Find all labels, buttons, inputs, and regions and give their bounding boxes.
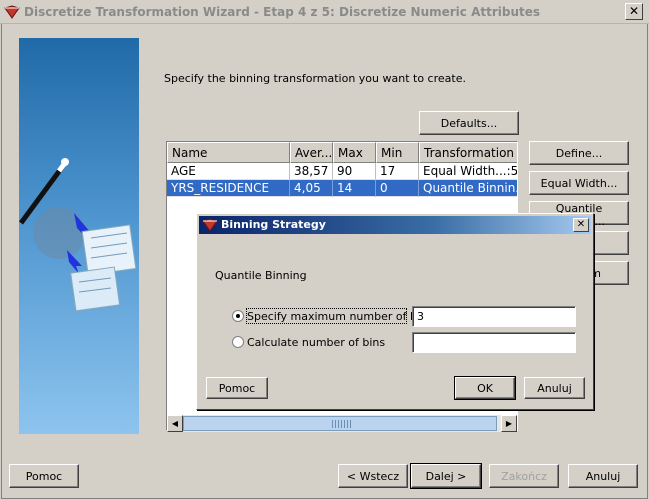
equal-width-button[interactable]: Equal Width... — [529, 171, 629, 195]
scrollbar-thumb[interactable] — [183, 416, 497, 431]
instruction-text: Specify the binning transformation you w… — [164, 72, 466, 85]
app-icon — [202, 218, 218, 232]
scroll-left-icon[interactable]: ◀ — [167, 415, 183, 432]
dialog-help-button[interactable]: Pomoc — [206, 377, 268, 399]
cancel-button[interactable]: Anuluj — [568, 464, 638, 488]
wizard-banner-image — [19, 38, 139, 434]
grip-icon — [332, 420, 352, 428]
dialog-title: Binning Strategy — [221, 218, 326, 231]
cell-transformation: Equal Width...:5 — [419, 163, 517, 180]
table-header: Name Aver... Max Min Transformation — [167, 142, 517, 163]
binning-strategy-dialog: Binning Strategy ✕ Quantile Binning Spec… — [196, 213, 594, 410]
defaults-button[interactable]: Defaults... — [419, 111, 519, 135]
define-button[interactable]: Define... — [529, 141, 629, 165]
cell-name: AGE — [167, 163, 290, 180]
table-horizontal-scrollbar[interactable]: ◀ ▶ — [167, 415, 517, 432]
dialog-close-button[interactable]: ✕ — [573, 218, 589, 232]
back-button[interactable]: < Wstecz — [338, 464, 408, 488]
column-header-average[interactable]: Aver... — [290, 142, 333, 163]
dialog-titlebar: Binning Strategy ✕ — [199, 216, 591, 234]
magic-wand-icon — [19, 158, 137, 312]
dialog-cancel-button[interactable]: Anuluj — [524, 377, 585, 399]
next-button[interactable]: Dalej > — [410, 463, 482, 489]
option-calc-bins-label[interactable]: Calculate number of bins — [247, 336, 385, 349]
cell-transformation: Quantile Binnin... — [419, 180, 517, 197]
table-row[interactable]: AGE 38,57 90 17 Equal Width...:5 — [167, 163, 517, 180]
window-close-button[interactable]: ✕ — [625, 3, 643, 20]
scroll-right-icon[interactable]: ▶ — [501, 415, 517, 432]
dialog-ok-button[interactable]: OK — [454, 376, 516, 400]
table-row-selected[interactable]: YRS_RESIDENCE 4,05 14 0 Quantile Binnin.… — [167, 180, 517, 197]
radio-calculate-bins[interactable] — [232, 336, 244, 348]
cell-min: 17 — [376, 163, 419, 180]
help-button[interactable]: Pomoc — [9, 464, 79, 488]
cell-average: 38,57 — [290, 163, 333, 180]
cell-name: YRS_RESIDENCE — [167, 180, 290, 197]
cell-min: 0 — [376, 180, 419, 197]
radio-specify-max-bins[interactable] — [232, 310, 244, 322]
strategy-label: Quantile Binning — [215, 269, 307, 282]
max-bins-input[interactable] — [412, 306, 576, 327]
cell-max: 14 — [333, 180, 376, 197]
cell-average: 4,05 — [290, 180, 333, 197]
calc-bins-input[interactable] — [412, 332, 576, 353]
window-title: Discretize Transformation Wizard - Etap … — [24, 5, 541, 19]
finish-button: Zakończ — [489, 464, 559, 488]
app-icon — [4, 5, 20, 19]
column-header-name[interactable]: Name — [167, 142, 290, 163]
column-header-min[interactable]: Min — [376, 142, 419, 163]
column-header-max[interactable]: Max — [333, 142, 376, 163]
option-max-bins-label[interactable]: Specify maximum number of bins — [247, 310, 433, 323]
column-header-transformation[interactable]: Transformation — [419, 142, 517, 163]
cell-max: 90 — [333, 163, 376, 180]
